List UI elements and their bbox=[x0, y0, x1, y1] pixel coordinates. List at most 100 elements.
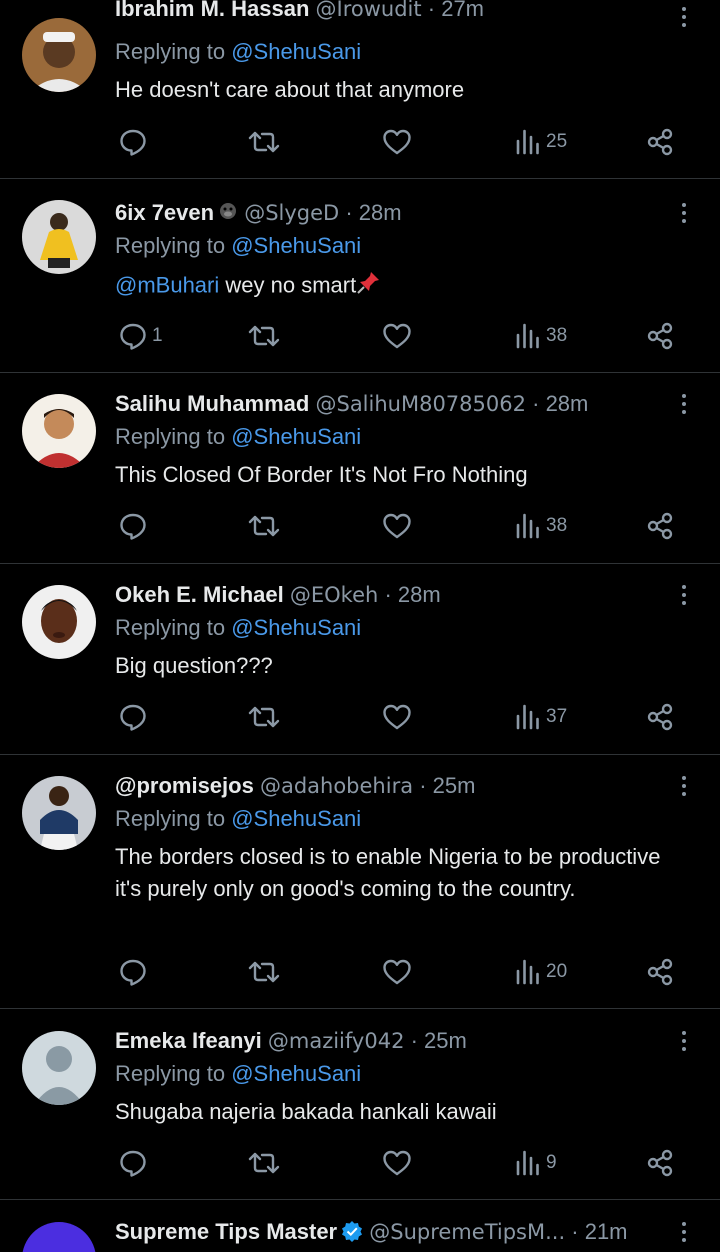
display-name[interactable]: Emeka Ifeanyi bbox=[115, 1028, 262, 1053]
share-button[interactable] bbox=[645, 1143, 675, 1183]
replying-to-mention[interactable]: @ShehuSani bbox=[231, 233, 361, 258]
retweet-button[interactable] bbox=[247, 697, 281, 737]
retweet-icon bbox=[247, 127, 281, 157]
tweet[interactable]: Okeh E. Michael @EOkeh · 28m Replying to… bbox=[0, 579, 720, 754]
user-handle[interactable]: @adahobehira bbox=[260, 774, 413, 798]
share-icon bbox=[645, 702, 675, 732]
share-button[interactable] bbox=[645, 122, 675, 162]
replying-to-mention[interactable]: @ShehuSani bbox=[231, 39, 361, 64]
tweet[interactable]: Supreme Tips Master @SupremeTipsM... · 2… bbox=[0, 1216, 720, 1252]
timestamp[interactable]: 28m bbox=[546, 391, 589, 416]
reply-button[interactable] bbox=[118, 952, 148, 992]
more-icon[interactable] bbox=[674, 1218, 694, 1246]
more-icon[interactable] bbox=[674, 581, 694, 609]
more-icon[interactable] bbox=[674, 390, 694, 418]
separator-dot: · bbox=[345, 200, 353, 225]
user-handle[interactable]: @EOkeh bbox=[290, 583, 378, 607]
views-button[interactable]: 9 bbox=[514, 1143, 557, 1183]
tweet[interactable]: Ibrahim M. Hassan @Irowudit · 27m Replyi… bbox=[0, 0, 720, 177]
heart-icon bbox=[381, 1148, 413, 1178]
avatar[interactable] bbox=[22, 18, 96, 92]
share-button[interactable] bbox=[645, 506, 675, 546]
text-mention[interactable]: @mBuhari bbox=[115, 272, 219, 297]
avatar[interactable] bbox=[22, 1031, 96, 1105]
retweet-button[interactable] bbox=[247, 506, 281, 546]
replying-to-mention[interactable]: @ShehuSani bbox=[231, 424, 361, 449]
like-button[interactable] bbox=[381, 1143, 413, 1183]
display-name[interactable]: @promisejos bbox=[115, 773, 254, 798]
more-icon[interactable] bbox=[674, 1027, 694, 1055]
replying-label: Replying to bbox=[115, 615, 226, 640]
view-count: 25 bbox=[546, 131, 568, 152]
tweet[interactable]: Salihu Muhammad @SalihuM80785062 · 28m R… bbox=[0, 388, 720, 563]
reply-button[interactable] bbox=[118, 1143, 148, 1183]
views-button[interactable]: 25 bbox=[514, 122, 567, 162]
view-count: 38 bbox=[546, 515, 568, 536]
like-button[interactable] bbox=[381, 952, 413, 992]
display-name[interactable]: Supreme Tips Master bbox=[115, 1219, 337, 1244]
views-icon bbox=[514, 511, 542, 541]
tweet-header: @promisejos @adahobehira · 25m bbox=[115, 770, 660, 802]
avatar[interactable] bbox=[22, 1222, 96, 1252]
user-handle[interactable]: @SupremeTipsM... bbox=[369, 1220, 565, 1244]
timestamp[interactable]: 28m bbox=[359, 200, 402, 225]
replying-to-mention[interactable]: @ShehuSani bbox=[231, 1061, 361, 1086]
views-button[interactable]: 38 bbox=[514, 316, 567, 356]
tweet[interactable]: 6ix 7even @SlygeD · 28m Replying to @She… bbox=[0, 197, 720, 372]
reply-button[interactable] bbox=[118, 506, 148, 546]
gorilla-emoji-icon bbox=[218, 198, 238, 229]
views-button[interactable]: 20 bbox=[514, 952, 567, 992]
like-button[interactable] bbox=[381, 316, 413, 356]
share-icon bbox=[645, 321, 675, 351]
user-handle[interactable]: @SalihuM80785062 bbox=[315, 392, 526, 416]
reply-icon bbox=[118, 511, 148, 541]
tweet[interactable]: @promisejos @adahobehira · 25m Replying … bbox=[0, 770, 720, 1008]
tweet-actions: 25 bbox=[0, 122, 720, 162]
replying-label: Replying to bbox=[115, 806, 226, 831]
replying-to: Replying to @ShehuSani bbox=[115, 611, 361, 645]
divider bbox=[0, 372, 720, 373]
retweet-button[interactable] bbox=[247, 316, 281, 356]
like-button[interactable] bbox=[381, 697, 413, 737]
views-icon bbox=[514, 127, 542, 157]
like-button[interactable] bbox=[381, 506, 413, 546]
timestamp[interactable]: 28m bbox=[398, 582, 441, 607]
share-button[interactable] bbox=[645, 316, 675, 356]
user-handle[interactable]: @Irowudit bbox=[316, 0, 422, 21]
more-icon[interactable] bbox=[674, 199, 694, 227]
more-icon[interactable] bbox=[674, 772, 694, 800]
avatar[interactable] bbox=[22, 200, 96, 274]
retweet-button[interactable] bbox=[247, 122, 281, 162]
more-icon[interactable] bbox=[674, 3, 694, 31]
share-button[interactable] bbox=[645, 697, 675, 737]
retweet-button[interactable] bbox=[247, 952, 281, 992]
reply-button[interactable] bbox=[118, 697, 148, 737]
heart-icon bbox=[381, 511, 413, 541]
like-button[interactable] bbox=[381, 122, 413, 162]
avatar[interactable] bbox=[22, 585, 96, 659]
display-name[interactable]: Salihu Muhammad bbox=[115, 391, 309, 416]
reply-button[interactable] bbox=[118, 122, 148, 162]
replying-to: Replying to @ShehuSani bbox=[115, 802, 361, 836]
views-button[interactable]: 38 bbox=[514, 506, 567, 546]
timestamp[interactable]: 25m bbox=[433, 773, 476, 798]
tweet-header: 6ix 7even @SlygeD · 28m bbox=[115, 197, 660, 229]
reply-button[interactable]: 1 bbox=[118, 316, 163, 356]
views-button[interactable]: 37 bbox=[514, 697, 567, 737]
display-name[interactable]: 6ix 7even bbox=[115, 200, 214, 225]
views-icon bbox=[514, 957, 542, 987]
avatar[interactable] bbox=[22, 776, 96, 850]
tweet[interactable]: Emeka Ifeanyi @maziify042 · 25m Replying… bbox=[0, 1025, 720, 1200]
replying-to-mention[interactable]: @ShehuSani bbox=[231, 615, 361, 640]
replying-to-mention[interactable]: @ShehuSani bbox=[231, 806, 361, 831]
share-button[interactable] bbox=[645, 952, 675, 992]
user-handle[interactable]: @SlygeD bbox=[244, 201, 339, 225]
retweet-button[interactable] bbox=[247, 1143, 281, 1183]
display-name[interactable]: Ibrahim M. Hassan bbox=[115, 0, 309, 21]
display-name[interactable]: Okeh E. Michael bbox=[115, 582, 284, 607]
avatar[interactable] bbox=[22, 394, 96, 468]
timestamp[interactable]: 21m bbox=[585, 1219, 628, 1244]
timestamp[interactable]: 27m bbox=[441, 0, 484, 21]
user-handle[interactable]: @maziify042 bbox=[268, 1029, 405, 1053]
timestamp[interactable]: 25m bbox=[424, 1028, 467, 1053]
